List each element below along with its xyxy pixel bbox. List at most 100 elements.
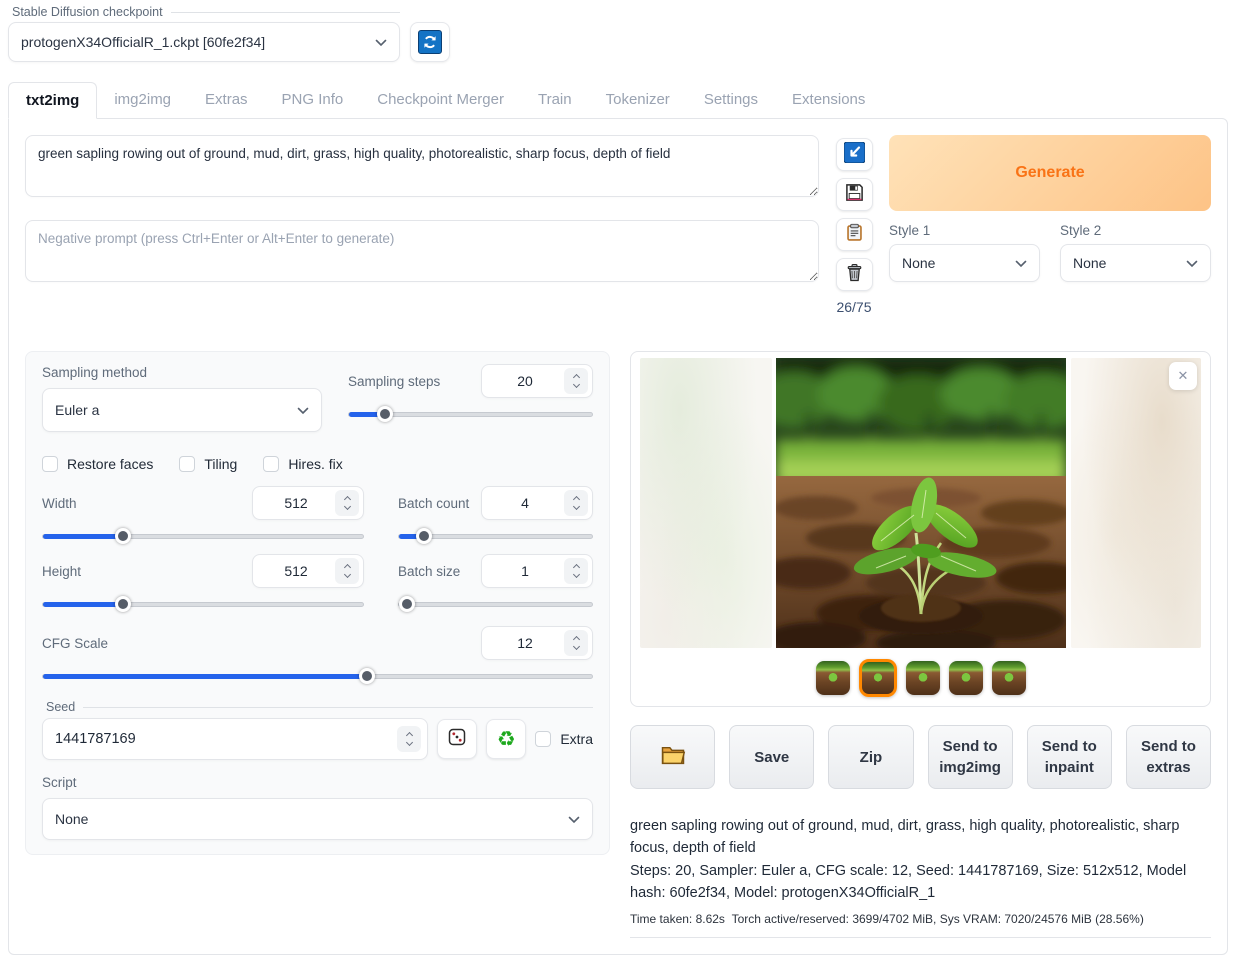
tab-train[interactable]: Train bbox=[521, 82, 589, 118]
batch-count-block: Batch count 4 bbox=[398, 486, 593, 546]
arrow-down-left-icon bbox=[844, 142, 865, 168]
content-row: Sampling method Euler a Sampling steps 2… bbox=[25, 351, 1211, 938]
clear-prompt-button[interactable] bbox=[836, 258, 873, 291]
refresh-checkpoints-button[interactable] bbox=[410, 22, 450, 62]
random-seed-button[interactable] bbox=[437, 719, 477, 759]
dice-icon bbox=[447, 727, 467, 752]
height-slider[interactable] bbox=[42, 594, 364, 614]
tab-bar: txt2img img2img Extras PNG Info Checkpoi… bbox=[0, 62, 1236, 118]
open-folder-button[interactable] bbox=[630, 725, 715, 789]
output-column: ✕ Save bbox=[630, 351, 1211, 938]
seed-input[interactable]: 1441787169 bbox=[42, 718, 428, 760]
sampling-steps-input[interactable]: 20 bbox=[481, 364, 593, 398]
sampling-steps-block: Sampling steps 20 bbox=[348, 364, 593, 432]
floppy-disk-icon bbox=[845, 183, 864, 207]
tiling-checkbox[interactable]: Tiling bbox=[179, 456, 237, 472]
option-checkboxes: Restore faces Tiling Hires. fix bbox=[42, 456, 593, 472]
script-select[interactable]: None bbox=[42, 798, 593, 840]
style2-select[interactable]: None bbox=[1060, 244, 1211, 282]
send-to-img2img-button[interactable]: Send to img2img bbox=[928, 725, 1013, 789]
restore-faces-checkbox[interactable]: Restore faces bbox=[42, 456, 153, 472]
spinner-control[interactable] bbox=[397, 726, 421, 752]
reuse-seed-button[interactable]: ♻ bbox=[486, 719, 526, 759]
tab-settings[interactable]: Settings bbox=[687, 82, 775, 118]
thumbnail-2-selected[interactable] bbox=[859, 659, 897, 697]
tab-img2img[interactable]: img2img bbox=[97, 82, 188, 118]
sampling-method-select[interactable]: Euler a bbox=[42, 388, 322, 432]
batch-count-label: Batch count bbox=[398, 496, 481, 511]
checkpoint-label-row: Stable Diffusion checkpoint bbox=[8, 5, 400, 19]
gallery-blur-left bbox=[640, 358, 772, 648]
cfg-scale-input[interactable]: 12 bbox=[481, 626, 593, 660]
prompt-tools-column: 26/75 bbox=[833, 135, 875, 315]
spinner-control[interactable] bbox=[335, 490, 359, 516]
spinner-control[interactable] bbox=[564, 630, 588, 656]
height-input[interactable]: 512 bbox=[252, 554, 364, 588]
thumbnail-5[interactable] bbox=[992, 661, 1026, 695]
batch-count-input[interactable]: 4 bbox=[481, 486, 593, 520]
chevron-down-icon bbox=[1186, 255, 1198, 271]
checkpoint-select[interactable]: protogenX34OfficialR_1.ckpt [60fe2f34] bbox=[8, 22, 400, 62]
folder-icon bbox=[660, 744, 686, 771]
tab-txt2img[interactable]: txt2img bbox=[8, 82, 97, 119]
script-value: None bbox=[55, 811, 88, 827]
hires-fix-checkbox[interactable]: Hires. fix bbox=[263, 456, 342, 472]
slider-thumb[interactable] bbox=[359, 668, 375, 684]
send-to-inpaint-button[interactable]: Send to inpaint bbox=[1027, 725, 1112, 789]
chevron-down-icon bbox=[1015, 255, 1027, 271]
tab-extras[interactable]: Extras bbox=[188, 82, 265, 118]
save-style-button[interactable] bbox=[836, 178, 873, 211]
style2-value: None bbox=[1073, 255, 1106, 271]
slider-thumb[interactable] bbox=[115, 528, 131, 544]
recycle-icon: ♻ bbox=[497, 729, 516, 750]
width-slider[interactable] bbox=[42, 526, 364, 546]
width-block: Width 512 bbox=[42, 486, 364, 546]
tab-tokenizer[interactable]: Tokenizer bbox=[589, 82, 687, 118]
style1-select[interactable]: None bbox=[889, 244, 1040, 282]
thumbnail-strip bbox=[631, 659, 1210, 697]
apply-style-button[interactable] bbox=[836, 218, 873, 251]
cfg-scale-block: CFG Scale 12 bbox=[42, 626, 593, 686]
tab-extensions[interactable]: Extensions bbox=[775, 82, 882, 118]
batch-size-label: Batch size bbox=[398, 564, 481, 579]
generate-button[interactable]: Generate bbox=[889, 135, 1211, 211]
close-gallery-button[interactable]: ✕ bbox=[1169, 362, 1197, 390]
spinner-control[interactable] bbox=[335, 558, 359, 584]
cfg-scale-slider[interactable] bbox=[42, 666, 593, 686]
width-input[interactable]: 512 bbox=[252, 486, 364, 520]
batch-count-slider[interactable] bbox=[398, 526, 593, 546]
send-to-extras-button[interactable]: Send to extras bbox=[1126, 725, 1211, 789]
prompt-input[interactable]: green sapling rowing out of ground, mud,… bbox=[25, 135, 819, 197]
slider-thumb[interactable] bbox=[416, 528, 432, 544]
tab-png-info[interactable]: PNG Info bbox=[265, 82, 361, 118]
height-block: Height 512 bbox=[42, 554, 364, 614]
spinner-control[interactable] bbox=[564, 490, 588, 516]
slider-thumb[interactable] bbox=[377, 406, 393, 422]
thumbnail-4[interactable] bbox=[949, 661, 983, 695]
thumbnail-3[interactable] bbox=[906, 661, 940, 695]
close-icon: ✕ bbox=[1178, 368, 1189, 384]
height-label: Height bbox=[42, 564, 252, 579]
slider-thumb[interactable] bbox=[399, 596, 415, 612]
batch-size-input[interactable]: 1 bbox=[481, 554, 593, 588]
slider-thumb[interactable] bbox=[115, 596, 131, 612]
spinner-control[interactable] bbox=[564, 368, 588, 394]
label-rule bbox=[171, 12, 400, 13]
tab-checkpoint-merger[interactable]: Checkpoint Merger bbox=[360, 82, 521, 118]
save-button[interactable]: Save bbox=[729, 725, 814, 789]
extra-seed-checkbox[interactable]: Extra bbox=[535, 731, 593, 747]
paste-generation-params-button[interactable] bbox=[836, 138, 873, 171]
generated-image[interactable] bbox=[776, 358, 1066, 648]
seed-block: Seed 1441787169 bbox=[42, 700, 593, 760]
chevron-down-icon bbox=[375, 34, 387, 50]
label-rule bbox=[83, 707, 593, 708]
thumbnail-1[interactable] bbox=[816, 661, 850, 695]
negative-prompt-input[interactable] bbox=[25, 220, 819, 282]
sampling-method-block: Sampling method Euler a bbox=[42, 364, 322, 432]
gallery-blur-right bbox=[1071, 358, 1201, 648]
sampling-steps-slider[interactable] bbox=[348, 404, 593, 424]
batch-size-slider[interactable] bbox=[398, 594, 593, 614]
checkpoint-group: Stable Diffusion checkpoint protogenX34O… bbox=[8, 5, 400, 62]
zip-button[interactable]: Zip bbox=[828, 725, 913, 789]
spinner-control[interactable] bbox=[564, 558, 588, 584]
